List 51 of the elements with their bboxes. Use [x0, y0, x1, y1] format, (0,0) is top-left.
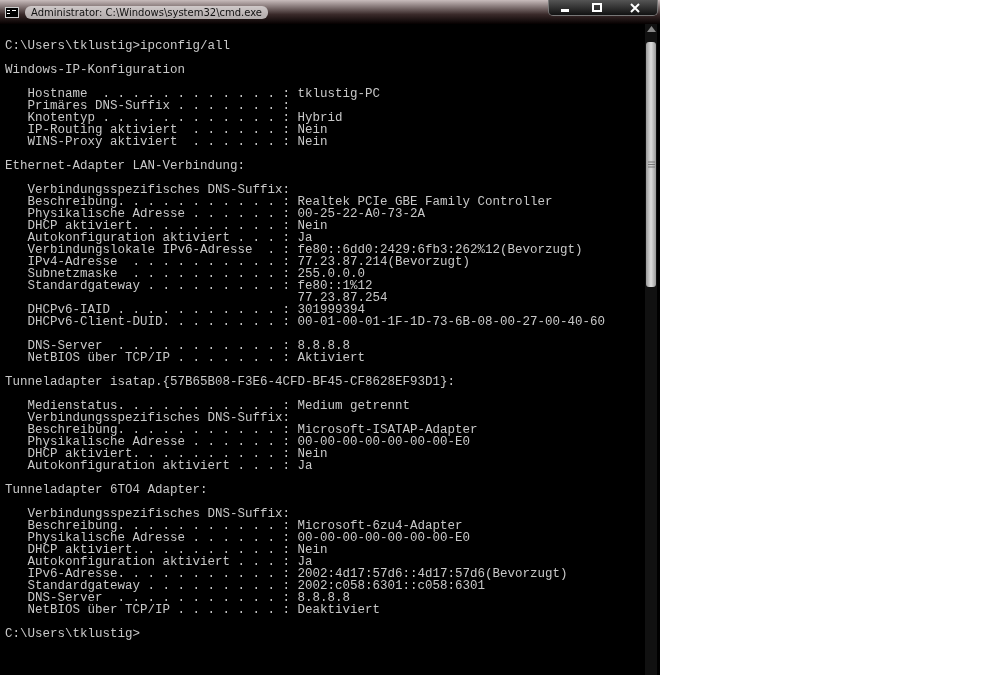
console-line: DHCP aktiviert. . . . . . . . . . : Nein: [26, 448, 329, 460]
console-line: Primäres DNS-Suffix . . . . . . . :: [26, 100, 292, 112]
console-line: Physikalische Adresse . . . . . . : 00-25-22-A0-73-2A: [26, 208, 426, 220]
console-line: Physikalische Adresse . . . . . . : 00-00-00-00-00-00-00-E0: [26, 532, 472, 544]
console-line: Standardgateway . . . . . . . . . : 2002:c058:6301::c058:6301: [26, 580, 486, 592]
console-line: Beschreibung. . . . . . . . . . . : Realtek PCIe GBE Family Controller: [26, 196, 554, 208]
scrollbar-thumb[interactable]: [646, 42, 656, 287]
console-line: Autokonfiguration aktiviert . . . : Ja: [26, 232, 313, 244]
console-line: C:\Users\tklustig>: [5, 628, 142, 640]
console-line: Autokonfiguration aktiviert . . . : Ja: [26, 460, 314, 472]
console-line: WINS-Proxy aktiviert . . . . . . : Nein: [26, 136, 329, 148]
maximize-icon: [592, 2, 602, 13]
console-icon: [5, 6, 19, 18]
scroll-up-icon: [646, 26, 656, 32]
console-line: 77.23.87.254: [296, 292, 389, 304]
grip-icon: [647, 161, 655, 168]
console-line: Beschreibung. . . . . . . . . . . : Microsoft-6zu4-Adapter: [26, 520, 463, 532]
console-line: Medienstatus. . . . . . . . . . . : Medium getrennt: [26, 400, 412, 412]
console-line: Verbindungsspezifisches DNS-Suffix:: [26, 508, 292, 520]
console-line: Verbindungsspezifisches DNS-Suffix:: [26, 412, 292, 424]
console-line: DHCPv6-Client-DUID. . . . . . . . : 00-01-00-01-1F-1D-73-6B-08-00-27-00-40-60: [26, 316, 607, 328]
close-icon: [630, 2, 640, 13]
close-button[interactable]: [613, 0, 657, 15]
console-line: Verbindungslokale IPv6-Adresse . : fe80::6dd0:2429:6fb3:262%12(Bevorzugt): [26, 244, 584, 256]
console-line: IPv6-Adresse. . . . . . . . . . . : 2002:4d17:57d6::4d17:57d6(Bevorzugt): [26, 568, 569, 580]
scrollbar[interactable]: [645, 24, 657, 675]
console-line: DNS-Server . . . . . . . . . . . : 8.8.8.8: [26, 340, 351, 352]
minimize-button[interactable]: [549, 0, 581, 15]
console-line: Hostname . . . . . . . . . . . . : tklustig-PC: [26, 88, 382, 100]
console-line: NetBIOS über TCP/IP . . . . . . . : Aktiviert: [26, 352, 367, 364]
console-line: IPv4-Adresse . . . . . . . . . . : 77.23.87.214(Bevorzugt): [26, 256, 471, 268]
console-line: DHCP aktiviert. . . . . . . . . . : Nein: [26, 220, 329, 232]
console-line: Beschreibung. . . . . . . . . . . : Microsoft-ISATAP-Adapter: [26, 424, 479, 436]
console-line: DNS-Server . . . . . . . . . . . : 8.8.8.8: [26, 592, 351, 604]
console-line: Knotentyp . . . . . . . . . . . . : Hybrid: [26, 112, 344, 124]
console-line: Tunneladapter 6TO4 Adapter:: [5, 484, 209, 496]
window-title: Administrator: C:\Windows\system32\cmd.exe: [25, 5, 269, 19]
console-line: Tunneladapter isatap.{57B65B08-F3E6-4CFD-BF45-CF8628EF93D1}:: [5, 376, 457, 388]
console-line: C:\Users\tklustig>ipconfig/all: [5, 40, 232, 52]
console-line: Verbindungsspezifisches DNS-Suffix:: [26, 184, 292, 196]
console-line: Autokonfiguration aktiviert . . . : Ja: [26, 556, 313, 568]
minimize-icon: [561, 8, 569, 12]
console-line: IP-Routing aktiviert . . . . . . : Nein: [26, 124, 328, 136]
console-line: Subnetzmaske . . . . . . . . . . : 255.0.0.0: [26, 268, 366, 280]
console-line: DHCP aktiviert. . . . . . . . . . : Nein: [26, 544, 329, 556]
console-line: NetBIOS über TCP/IP . . . . . . . : Deaktiviert: [26, 604, 382, 616]
console-line: Standardgateway . . . . . . . . . : fe80::1%12: [26, 280, 373, 292]
console-line: Physikalische Adresse . . . . . . : 00-00-00-00-00-00-00-E0: [26, 436, 471, 448]
console-line: Ethernet-Adapter LAN-Verbindung:: [5, 160, 247, 172]
console-line: DHCPv6-IAID . . . . . . . . . . . : 301999394: [26, 304, 366, 316]
console-line: Windows-IP-Konfiguration: [5, 64, 187, 76]
